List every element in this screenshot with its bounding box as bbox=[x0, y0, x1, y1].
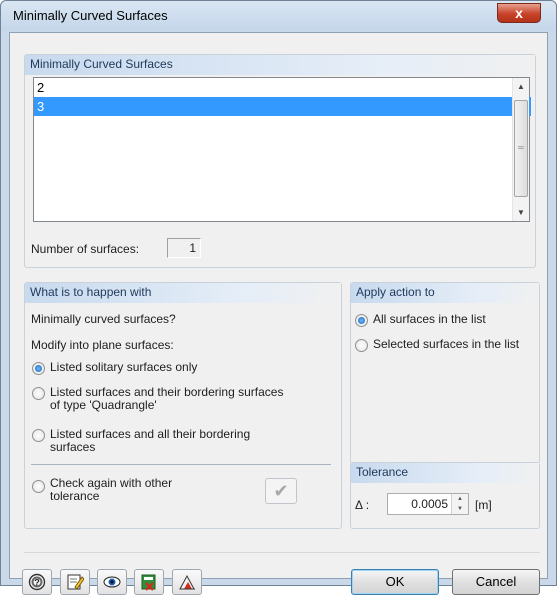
export-button[interactable] bbox=[134, 569, 164, 595]
option-quadrangle-line1: Listed surfaces and their bordering surf… bbox=[50, 385, 284, 399]
radio-bordering-quadrangle[interactable] bbox=[32, 387, 45, 400]
number-of-surfaces-label: Number of surfaces: bbox=[31, 242, 140, 256]
option-all-bordering-line1: Listed surfaces and all their bordering bbox=[50, 427, 251, 441]
tolerance-unit: [m] bbox=[475, 498, 492, 512]
modify-label: Modify into plane surfaces: bbox=[31, 338, 174, 352]
view-icon bbox=[103, 576, 121, 588]
scroll-thumb[interactable]: ═ bbox=[514, 100, 528, 197]
surfaces-group: Minimally Curved Surfaces 2 3 ▲ ═ ▼ Numb… bbox=[24, 54, 536, 268]
number-of-surfaces-value: 1 bbox=[167, 238, 201, 258]
radio-all-surfaces[interactable] bbox=[355, 314, 368, 327]
selected-surfaces-label: Selected surfaces in the list bbox=[373, 337, 520, 351]
svg-text:?: ? bbox=[34, 578, 40, 588]
warning-icon bbox=[179, 574, 195, 590]
tolerance-input[interactable]: 0.0005 ▲ ▼ bbox=[387, 493, 469, 515]
window-title: Minimally Curved Surfaces bbox=[13, 8, 168, 23]
apply-group-header: Apply action to bbox=[351, 283, 539, 303]
delta-label: Δ : bbox=[355, 498, 370, 512]
cancel-button[interactable]: Cancel bbox=[452, 569, 540, 595]
help-icon: ? bbox=[28, 573, 46, 591]
option-tolerance-line2: tolerance bbox=[50, 489, 100, 503]
surfaces-group-header: Minimally Curved Surfaces bbox=[25, 55, 535, 75]
list-item-selected[interactable]: 3 bbox=[34, 97, 531, 116]
warning-button[interactable] bbox=[172, 569, 202, 595]
tolerance-spinner[interactable]: ▲ ▼ bbox=[451, 494, 468, 514]
spin-down-icon[interactable]: ▼ bbox=[452, 504, 468, 514]
question-label: Minimally curved surfaces? bbox=[31, 312, 176, 326]
checkmark-icon[interactable]: ✔ bbox=[265, 478, 297, 504]
scroll-up-icon[interactable]: ▲ bbox=[513, 78, 529, 95]
tolerance-group-header: Tolerance bbox=[351, 463, 539, 483]
bottom-separator bbox=[24, 552, 540, 553]
title-bar[interactable]: Minimally Curved Surfaces x bbox=[1, 1, 556, 31]
surfaces-listbox[interactable]: 2 3 ▲ ═ ▼ bbox=[33, 77, 531, 222]
option-solitary-label: Listed solitary surfaces only bbox=[50, 360, 198, 374]
scroll-down-icon[interactable]: ▼ bbox=[513, 204, 529, 221]
radio-selected-surfaces[interactable] bbox=[355, 339, 368, 352]
list-item[interactable]: 2 bbox=[34, 78, 531, 97]
close-button[interactable]: x bbox=[497, 3, 541, 23]
dialog-window: Minimally Curved Surfaces x Minimally Cu… bbox=[0, 0, 557, 595]
happen-group: What is to happen with Minimally curved … bbox=[24, 282, 342, 529]
dialog-body: Minimally Curved Surfaces 2 3 ▲ ═ ▼ Numb… bbox=[9, 32, 548, 595]
edit-button[interactable] bbox=[60, 569, 90, 595]
radio-all-bordering[interactable] bbox=[32, 429, 45, 442]
radio-check-tolerance[interactable] bbox=[32, 480, 45, 493]
all-surfaces-label: All surfaces in the list bbox=[373, 312, 486, 326]
option-quadrangle-line2: of type 'Quadrangle' bbox=[50, 398, 157, 412]
vertical-scrollbar[interactable]: ▲ ═ ▼ bbox=[512, 78, 529, 221]
radio-solitary-only[interactable] bbox=[32, 362, 45, 375]
help-button[interactable]: ? bbox=[22, 569, 52, 595]
grip-icon: ═ bbox=[518, 143, 524, 152]
option-tolerance-line1: Check again with other bbox=[50, 476, 173, 490]
ok-button[interactable]: OK bbox=[351, 569, 439, 595]
view-button[interactable] bbox=[97, 569, 127, 595]
export-icon bbox=[141, 574, 156, 591]
apply-group: Apply action to All surfaces in the list… bbox=[350, 282, 540, 464]
tolerance-group: Tolerance Δ : 0.0005 ▲ ▼ [m] bbox=[350, 462, 540, 529]
happen-group-header: What is to happen with bbox=[25, 283, 341, 303]
edit-icon bbox=[67, 574, 84, 590]
option-all-bordering-line2: surfaces bbox=[50, 440, 96, 454]
tolerance-value: 0.0005 bbox=[411, 497, 448, 511]
spin-up-icon[interactable]: ▲ bbox=[452, 494, 468, 504]
separator bbox=[31, 464, 331, 465]
